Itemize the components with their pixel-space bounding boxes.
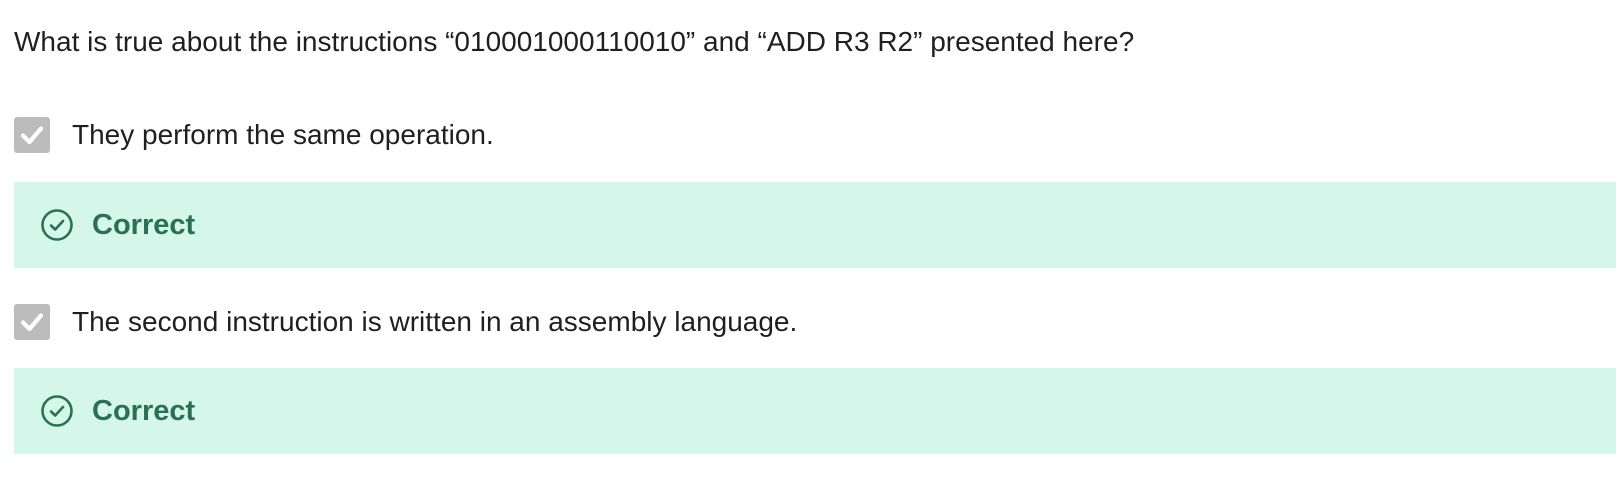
feedback-correct-1: Correct [14, 182, 1616, 268]
checkmark-icon [20, 313, 44, 332]
feedback-correct-2: Correct [14, 368, 1616, 454]
answer-option-2[interactable]: The second instruction is written in an … [14, 302, 797, 342]
check-circle-icon [40, 208, 74, 242]
feedback-label: Correct [92, 394, 196, 427]
check-circle-icon [40, 394, 74, 428]
checkmark-icon [20, 126, 44, 145]
answer-option-1[interactable]: They perform the same operation. [14, 115, 494, 155]
answer-checkbox-2[interactable] [14, 304, 50, 340]
question-text: What is true about the instructions “010… [14, 26, 1135, 57]
answer-option-label: The second instruction is written in an … [72, 306, 798, 337]
answer-option-label: They perform the same operation. [72, 119, 494, 150]
feedback-label: Correct [92, 208, 196, 241]
answer-checkbox-1[interactable] [14, 117, 50, 153]
